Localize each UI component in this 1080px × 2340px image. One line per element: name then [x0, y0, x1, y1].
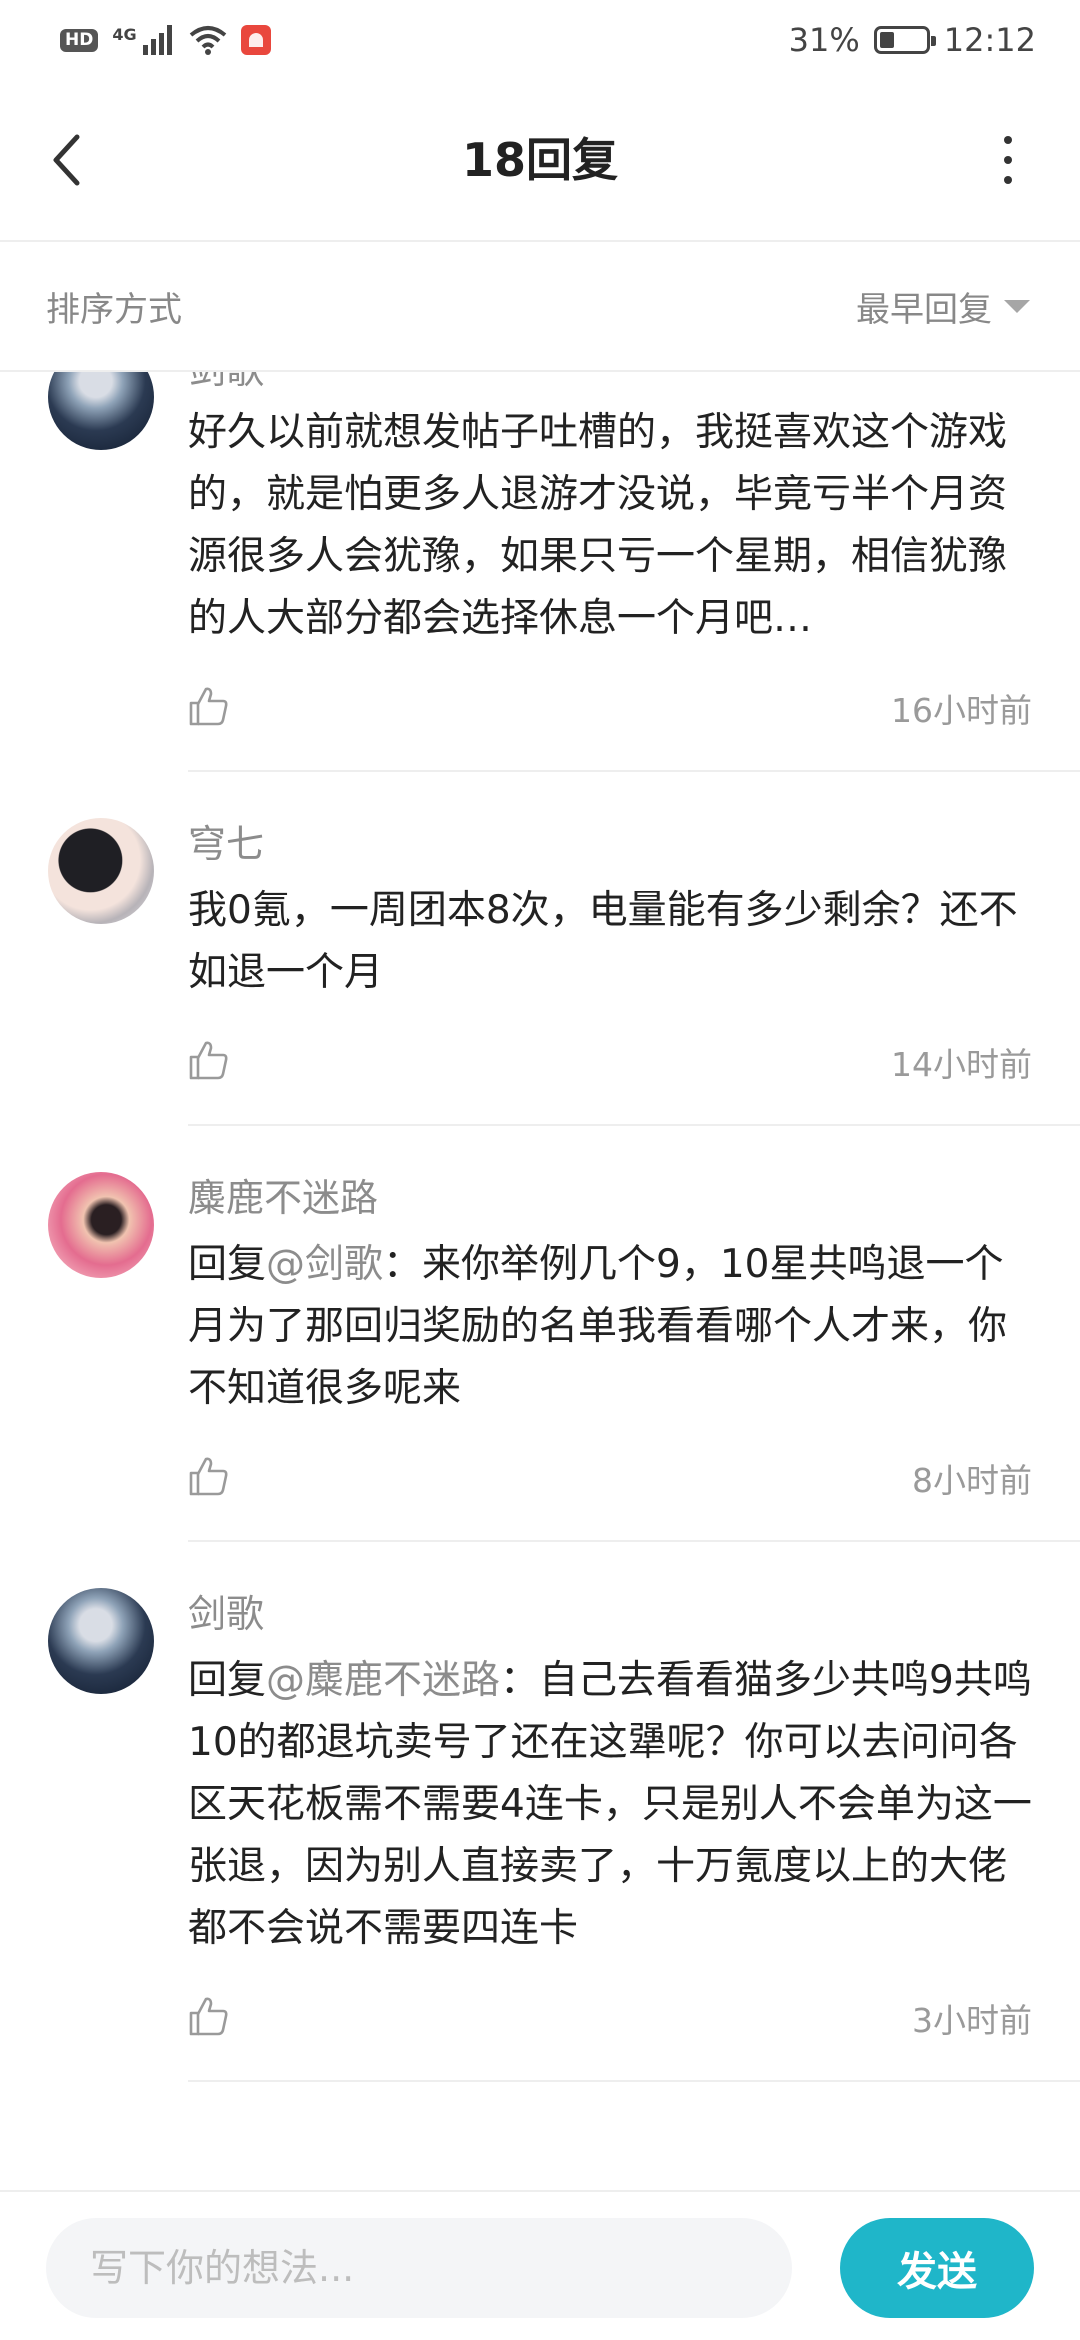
signal-icon — [142, 25, 172, 55]
avatar[interactable] — [48, 818, 154, 924]
comment-author[interactable]: 麋鹿不迷路 — [188, 1172, 1032, 1224]
screen: HD 4G 31% 12:12 18回复 排序方式 最早回复 好久以前就想发帖子… — [0, 0, 1080, 2340]
comment-list[interactable]: 剑歌 好久以前就想发帖子吐槽的，我挺喜欢这个游戏的，就是怕更多人退游才没说，毕竟… — [0, 372, 1080, 2190]
comment-time: 8小时前 — [912, 1461, 1032, 1500]
caret-down-icon — [1004, 299, 1030, 313]
comment-author[interactable]: 剑歌 — [188, 1588, 1032, 1640]
title-bar: 18回复 — [0, 80, 1080, 242]
comment-meta: 14小时前 — [188, 1034, 1032, 1090]
comment-composer: 发送 — [0, 2190, 1080, 2340]
wifi-icon — [189, 26, 226, 55]
thumbs-up-icon — [189, 1997, 228, 2036]
comment-text: 好久以前就想发帖子吐槽的，我挺喜欢这个游戏的，就是怕更多人退游才没说，毕竟亏半个… — [188, 410, 1008, 641]
comment-author[interactable]: 剑歌 — [188, 372, 1032, 396]
comment-body: 回复@剑歌：来你举例几个9，10星共鸣退一个月为了那回归奖励的名单我看看哪个人才… — [188, 1234, 1032, 1420]
comment-item: 剑歌 回复@麋鹿不迷路：自己去看看猫多少共鸣9共鸣10的都退坑卖号了还在这犟呢？… — [0, 1542, 1080, 2082]
hd-badge: HD — [60, 28, 99, 52]
thumbs-up-icon — [189, 1041, 228, 1080]
status-bar: HD 4G 31% 12:12 — [0, 0, 1080, 80]
comment-meta: 16小时前 — [188, 680, 1032, 736]
sort-selected-value: 最早回复 — [856, 289, 992, 330]
like-button[interactable] — [188, 1995, 230, 2041]
comment-time: 3小时前 — [912, 2001, 1032, 2040]
send-button[interactable]: 发送 — [840, 2218, 1034, 2318]
comment-item: 穹七 我0氪，一周团本8次，电量能有多少剩余？还不如退一个月 14小时前 — [0, 772, 1080, 1126]
clock: 12:12 — [943, 21, 1036, 59]
comment-author[interactable]: 穹七 — [188, 818, 1032, 870]
sort-bar: 排序方式 最早回复 — [0, 242, 1080, 372]
battery-fill — [879, 32, 894, 48]
comment-time: 16小时前 — [891, 691, 1032, 730]
avatar[interactable] — [48, 372, 154, 450]
status-left: HD 4G — [60, 25, 271, 55]
avatar[interactable] — [48, 1172, 154, 1278]
more-options-button[interactable] — [996, 136, 1020, 184]
comment-body: 我0氪，一周团本8次，电量能有多少剩余？还不如退一个月 — [188, 880, 1032, 1004]
more-dot-icon — [1004, 136, 1012, 144]
comment-input[interactable] — [46, 2218, 792, 2318]
comment-meta: 3小时前 — [188, 1990, 1032, 2046]
like-button[interactable] — [188, 1455, 230, 1501]
like-button[interactable] — [188, 1039, 230, 1085]
battery-percent: 31% — [788, 21, 860, 59]
comment-text: 我0氪，一周团本8次，电量能有多少剩余？还不如退一个月 — [188, 888, 1018, 995]
like-button[interactable] — [188, 685, 230, 731]
comment-item: 麋鹿不迷路 回复@剑歌：来你举例几个9，10星共鸣退一个月为了那回归奖励的名单我… — [0, 1126, 1080, 1542]
comment-body: 好久以前就想发帖子吐槽的，我挺喜欢这个游戏的，就是怕更多人退游才没说，毕竟亏半个… — [188, 402, 1032, 650]
reply-prefix: 回复 — [188, 1658, 267, 1703]
huawei-app-icon — [240, 25, 271, 55]
more-dot-icon — [1004, 176, 1012, 184]
reply-prefix: 回复 — [188, 1242, 267, 1287]
thumbs-up-icon — [189, 1457, 228, 1496]
mention-link[interactable]: @剑歌 — [266, 1242, 383, 1287]
thumbs-up-icon — [189, 687, 228, 726]
sort-label: 排序方式 — [46, 289, 182, 330]
mention-link[interactable]: @麋鹿不迷路 — [266, 1658, 500, 1703]
avatar[interactable] — [48, 1588, 154, 1694]
comment-body: 回复@麋鹿不迷路：自己去看看猫多少共鸣9共鸣10的都退坑卖号了还在这犟呢？你可以… — [188, 1650, 1032, 1960]
page-title: 18回复 — [461, 133, 618, 187]
network-type: 4G — [112, 24, 137, 44]
sort-dropdown[interactable]: 最早回复 — [856, 282, 1030, 331]
more-dot-icon — [1004, 156, 1012, 164]
status-right: 31% 12:12 — [789, 21, 1036, 59]
battery-icon — [873, 26, 936, 54]
divider — [188, 2080, 1080, 2082]
comment-item: 剑歌 好久以前就想发帖子吐槽的，我挺喜欢这个游戏的，就是怕更多人退游才没说，毕竟… — [0, 372, 1080, 772]
comment-time: 14小时前 — [891, 1045, 1032, 1084]
comment-meta: 8小时前 — [188, 1450, 1032, 1506]
